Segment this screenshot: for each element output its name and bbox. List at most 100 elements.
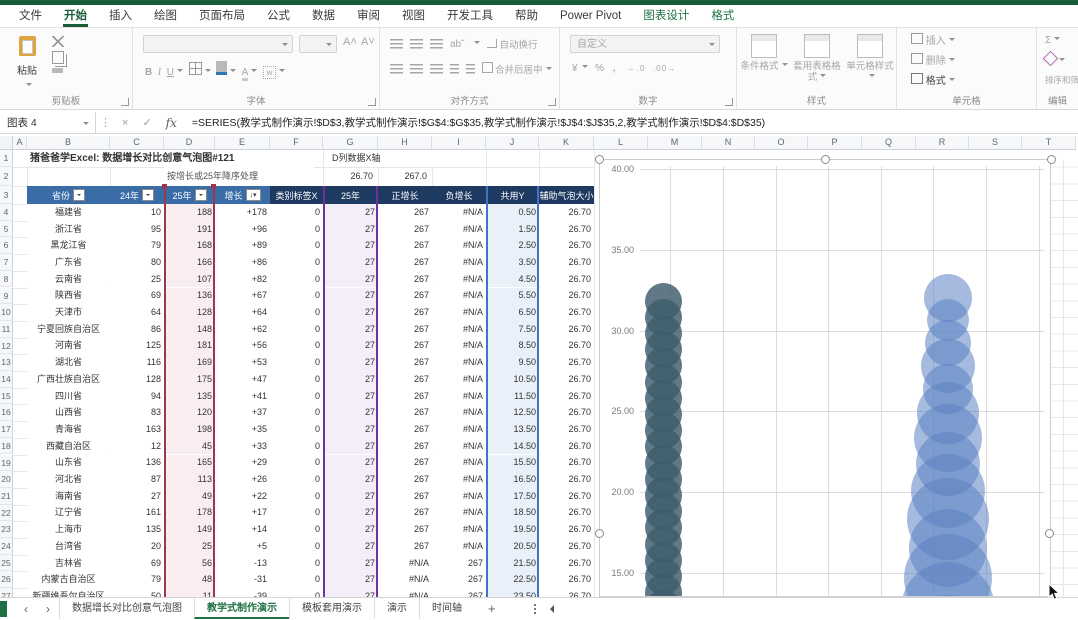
column-header-N[interactable]: N: [702, 136, 755, 150]
cell[interactable]: 267: [378, 421, 432, 438]
cell[interactable]: 188: [164, 204, 215, 221]
cell[interactable]: 27: [323, 270, 378, 288]
row-header-17[interactable]: 17: [0, 421, 13, 438]
cell[interactable]: 135: [164, 387, 215, 405]
cut-icon[interactable]: [52, 36, 64, 47]
filter-sorted-icon[interactable]: ↓▾: [245, 189, 261, 201]
copy-icon[interactable]: [52, 51, 64, 64]
column-header-F[interactable]: F: [270, 136, 323, 150]
cell[interactable]: 0: [270, 588, 323, 597]
number-format-select[interactable]: 自定义: [570, 35, 720, 53]
cell[interactable]: 27: [323, 454, 378, 472]
ribbon-tab-视图[interactable]: 视图: [391, 5, 436, 27]
cell-g2[interactable]: 26.70: [323, 167, 376, 186]
shrink-font-icon[interactable]: A˅: [361, 36, 375, 48]
font-dialog-launcher-icon[interactable]: [368, 98, 376, 106]
cell[interactable]: 河南省: [27, 337, 110, 355]
cell[interactable]: 27: [323, 421, 378, 438]
cell[interactable]: #N/A: [432, 270, 486, 288]
cell[interactable]: 25: [110, 270, 164, 288]
column-header-E[interactable]: E: [215, 136, 270, 150]
column-header-P[interactable]: P: [808, 136, 862, 150]
sheet-tab-数据增长对比创意气泡图[interactable]: 数据增长对比创意气泡图: [59, 598, 194, 619]
cell[interactable]: +62: [215, 320, 270, 338]
ribbon-tab-Power Pivot[interactable]: Power Pivot: [549, 5, 632, 27]
ribbon-tab-数据[interactable]: 数据: [301, 5, 346, 27]
paste-button[interactable]: 粘贴: [12, 36, 42, 95]
cell[interactable]: 27: [323, 204, 378, 221]
cell[interactable]: 83: [110, 404, 164, 422]
cell[interactable]: 26.70: [539, 270, 594, 288]
cell[interactable]: 267: [432, 571, 486, 589]
cell[interactable]: 26.70: [539, 304, 594, 321]
cell[interactable]: 0: [270, 337, 323, 355]
cell[interactable]: 0: [270, 571, 323, 589]
cell[interactable]: 台湾省: [27, 538, 110, 555]
ribbon-tab-文件[interactable]: 文件: [8, 5, 53, 27]
cell[interactable]: +17: [215, 504, 270, 522]
cell[interactable]: 0: [270, 504, 323, 522]
fill-button[interactable]: [1042, 50, 1065, 69]
cell[interactable]: 26.70: [539, 287, 594, 305]
sheet-tab-教学式制作演示[interactable]: 教学式制作演示: [194, 598, 289, 619]
column-header-Q[interactable]: Q: [862, 136, 916, 150]
cell[interactable]: #N/A: [378, 554, 432, 572]
cell[interactable]: 125: [110, 337, 164, 355]
cell[interactable]: 20.50: [486, 538, 539, 555]
ribbon-tab-绘图[interactable]: 绘图: [143, 5, 188, 27]
ribbon-tab-开发工具[interactable]: 开发工具: [436, 5, 504, 27]
row-header-4[interactable]: 4: [0, 204, 13, 221]
decrease-indent-icon[interactable]: [450, 64, 459, 74]
cell[interactable]: 27: [323, 471, 378, 488]
cell[interactable]: 3.50: [486, 254, 539, 271]
cell[interactable]: 8.50: [486, 337, 539, 355]
cell[interactable]: 27: [323, 320, 378, 338]
cell[interactable]: 19.50: [486, 521, 539, 538]
column-header-M[interactable]: M: [648, 136, 702, 150]
cell[interactable]: 16.50: [486, 471, 539, 488]
cell[interactable]: 6.50: [486, 304, 539, 321]
row-header-18[interactable]: 18: [0, 437, 13, 455]
cell[interactable]: 西藏自治区: [27, 437, 110, 455]
cell[interactable]: #N/A: [432, 454, 486, 472]
row-header-15[interactable]: 15: [0, 387, 13, 405]
cell[interactable]: 198: [164, 421, 215, 438]
cell[interactable]: 内蒙古自治区: [27, 571, 110, 589]
cell[interactable]: 0: [270, 437, 323, 455]
cell[interactable]: 267: [378, 487, 432, 505]
cell[interactable]: 27: [323, 337, 378, 355]
cell[interactable]: +37: [215, 404, 270, 422]
cell[interactable]: #N/A: [432, 371, 486, 388]
cell[interactable]: 27: [323, 521, 378, 538]
cell[interactable]: 吉林省: [27, 554, 110, 572]
ribbon-tab-格式[interactable]: 格式: [700, 5, 745, 27]
cell[interactable]: 26.70: [539, 220, 594, 238]
cell[interactable]: 64: [110, 304, 164, 321]
cell[interactable]: 0: [270, 454, 323, 472]
cell[interactable]: 27: [323, 504, 378, 522]
cell[interactable]: +53: [215, 354, 270, 371]
cell[interactable]: 0: [270, 521, 323, 538]
increase-indent-icon[interactable]: [466, 64, 475, 74]
cell[interactable]: 11: [164, 588, 215, 597]
cell[interactable]: +86: [215, 254, 270, 271]
cell[interactable]: 267: [378, 437, 432, 455]
cell[interactable]: +89: [215, 237, 270, 255]
cell[interactable]: +96: [215, 220, 270, 238]
cell[interactable]: 河北省: [27, 471, 110, 488]
cell[interactable]: 48: [164, 571, 215, 589]
cell[interactable]: 267: [432, 554, 486, 572]
row-header-14[interactable]: 14: [0, 371, 13, 388]
cell[interactable]: 95: [110, 220, 164, 238]
cell[interactable]: 湖北省: [27, 354, 110, 371]
cell[interactable]: 267: [432, 588, 486, 597]
cell[interactable]: 27: [323, 487, 378, 505]
table-header-25年[interactable]: 25年: [323, 186, 378, 204]
column-header-L[interactable]: L: [594, 136, 648, 150]
cell[interactable]: 267: [378, 237, 432, 255]
cell[interactable]: #N/A: [432, 237, 486, 255]
cell[interactable]: #N/A: [432, 521, 486, 538]
cell[interactable]: 0: [270, 304, 323, 321]
cell[interactable]: #N/A: [432, 487, 486, 505]
cell[interactable]: #N/A: [432, 320, 486, 338]
